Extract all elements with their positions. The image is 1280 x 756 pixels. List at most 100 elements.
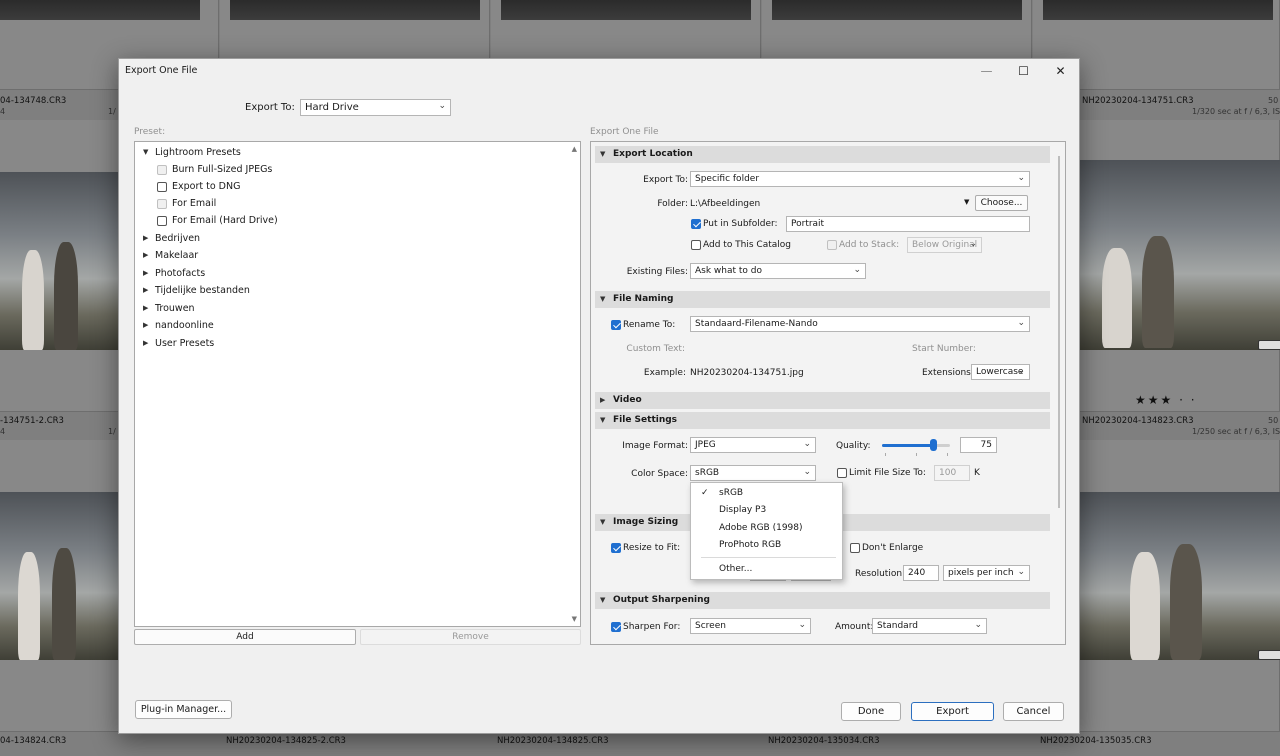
color-space-menu[interactable]: ✓ sRGB Display P3 Adobe RGB (1998) ProPh… — [690, 482, 843, 580]
sharpen-for-checkbox[interactable] — [611, 622, 621, 632]
collapsed-triangle-icon[interactable]: ▶ — [143, 339, 148, 347]
color-space-option-other[interactable]: Other... — [719, 564, 752, 574]
preset-folder[interactable]: Bedrijven — [155, 233, 200, 244]
collapsed-triangle-icon[interactable]: ▶ — [143, 251, 148, 259]
preset-item[interactable]: Burn Full-Sized JPEGs — [172, 164, 272, 175]
filename: NH20230204-135034.CR3 — [768, 736, 880, 746]
resolution-unit-select[interactable]: pixels per inch ⌄ — [943, 565, 1030, 581]
add-preset-button[interactable]: Add — [134, 629, 356, 645]
resolution-input[interactable]: 240 — [903, 565, 939, 581]
preset-folder[interactable]: nandoonline — [155, 320, 214, 331]
preset-folder[interactable]: User Presets — [155, 338, 214, 349]
collapsed-triangle-icon[interactable]: ▶ — [143, 234, 148, 242]
close-button[interactable]: ✕ — [1042, 59, 1079, 83]
preset-folder[interactable]: Photofacts — [155, 268, 205, 279]
collapsed-triangle-icon[interactable]: ▶ — [143, 304, 148, 312]
remove-preset-button[interactable]: Remove — [360, 629, 581, 645]
maximize-button[interactable]: ☐ — [1005, 59, 1042, 83]
color-space-option-adobe-rgb[interactable]: Adobe RGB (1998) — [719, 523, 803, 533]
section-video[interactable]: ▶ Video — [595, 392, 1050, 409]
section-file-settings[interactable]: ▼ File Settings — [595, 412, 1050, 429]
thumbnail[interactable] — [501, 0, 751, 20]
preset-item[interactable]: For Email (Hard Drive) — [172, 215, 278, 226]
put-in-subfolder-checkbox[interactable] — [691, 219, 701, 229]
export-to-label: Export To: — [643, 175, 688, 185]
image-format-select[interactable]: JPEG ⌄ — [690, 437, 816, 453]
quality-slider[interactable] — [882, 439, 950, 451]
rename-to-checkbox[interactable] — [611, 320, 621, 330]
plugin-manager-button[interactable]: Plug-in Manager... — [135, 700, 232, 719]
preset-checkbox[interactable] — [157, 165, 167, 175]
preset-checkbox[interactable] — [157, 182, 167, 192]
sharpen-for-select[interactable]: Screen ⌄ — [690, 618, 811, 634]
collapsed-triangle-icon[interactable]: ▶ — [143, 269, 148, 277]
limit-file-size-input[interactable]: 100 — [934, 465, 970, 481]
thumbnail[interactable] — [0, 0, 200, 20]
choose-folder-button[interactable]: Choose... — [975, 195, 1028, 211]
thumbnail[interactable] — [1043, 0, 1273, 20]
file-meta: 1/ — [108, 107, 116, 116]
section-output-sharpening[interactable]: ▼ Output Sharpening — [595, 592, 1050, 609]
rename-template-select[interactable]: Standaard-Filename-Nando ⌄ — [690, 316, 1030, 332]
scroll-down-icon[interactable]: ▼ — [572, 615, 577, 623]
preset-folder-lightroom[interactable]: Lightroom Presets — [155, 147, 241, 158]
dialog-titlebar[interactable]: Export One File — ☐ ✕ — [119, 59, 1079, 83]
color-space-option-prophoto-rgb[interactable]: ProPhoto RGB — [719, 540, 781, 550]
collapsed-triangle-icon[interactable]: ▶ — [143, 321, 148, 329]
dont-enlarge-checkbox[interactable] — [850, 543, 860, 553]
color-space-select[interactable]: sRGB ⌄ — [690, 465, 816, 481]
expanded-triangle-icon[interactable]: ▼ — [143, 148, 148, 156]
done-button[interactable]: Done — [841, 702, 901, 721]
quality-slider-thumb[interactable] — [930, 439, 937, 451]
resize-to-fit-checkbox[interactable] — [611, 543, 621, 553]
star-rating[interactable]: ★★★ · · — [1135, 393, 1197, 407]
folder-dropdown-icon[interactable]: ▼ — [964, 198, 969, 206]
thumbnail[interactable] — [0, 172, 118, 350]
filename: NH20230204-134823.CR3 — [1082, 416, 1194, 426]
subfolder-input[interactable]: Portrait — [786, 216, 1030, 232]
limit-file-size-checkbox[interactable] — [837, 468, 847, 478]
thumbnail[interactable] — [1080, 492, 1280, 660]
scrollbar[interactable] — [1058, 156, 1060, 508]
export-button[interactable]: Export — [911, 702, 994, 721]
export-to-select[interactable]: Hard Drive ⌄ — [300, 99, 451, 116]
expanded-triangle-icon: ▼ — [600, 150, 606, 158]
preset-checkbox[interactable] — [157, 199, 167, 209]
custom-text-label: Custom Text: — [626, 344, 685, 354]
extensions-select[interactable]: Lowercase ⌄ — [971, 364, 1030, 380]
stack-position-value: Below Original — [912, 240, 978, 250]
preset-item[interactable]: Export to DNG — [172, 181, 240, 192]
existing-files-select[interactable]: Ask what to do ⌄ — [690, 263, 866, 279]
export-to-folder-select[interactable]: Specific folder ⌄ — [690, 171, 1030, 187]
color-space-option-display-p3[interactable]: Display P3 — [719, 505, 766, 515]
filename: 04-134748.CR3 — [0, 96, 67, 106]
scroll-up-icon[interactable]: ▲ — [572, 145, 577, 153]
collapsed-triangle-icon[interactable]: ▶ — [143, 286, 148, 294]
thumbnail[interactable] — [1080, 160, 1280, 350]
chevron-down-icon: ⌄ — [853, 265, 861, 275]
add-to-stack-checkbox[interactable] — [827, 240, 837, 250]
thumbnail[interactable] — [0, 492, 118, 660]
preset-checkbox[interactable] — [157, 216, 167, 226]
subfolder-label: Put in Subfolder: — [703, 219, 778, 229]
preset-folder[interactable]: Trouwen — [155, 303, 195, 314]
cancel-button[interactable]: Cancel — [1003, 702, 1064, 721]
sharpen-amount-select[interactable]: Standard ⌄ — [872, 618, 987, 634]
color-space-option-srgb[interactable]: sRGB — [719, 488, 743, 498]
export-to-label: Export To: — [245, 102, 295, 113]
preset-item[interactable]: For Email — [172, 198, 216, 209]
section-file-naming[interactable]: ▼ File Naming — [595, 291, 1050, 308]
section-export-location[interactable]: ▼ Export Location — [595, 146, 1050, 163]
preset-tree[interactable]: ▼ Lightroom Presets Burn Full-Sized JPEG… — [134, 141, 581, 627]
thumbnail[interactable] — [772, 0, 1022, 20]
right-panel-header: Export One File — [590, 127, 659, 137]
preset-folder[interactable]: Tijdelijke bestanden — [155, 285, 250, 296]
stack-position-select[interactable]: Below Original ⌄ — [907, 237, 982, 253]
minimize-button[interactable]: — — [968, 59, 1005, 83]
chevron-down-icon: ⌄ — [974, 620, 982, 630]
add-to-catalog-checkbox[interactable] — [691, 240, 701, 250]
quality-input[interactable]: 75 — [960, 437, 997, 453]
thumbnail[interactable] — [230, 0, 480, 20]
export-dialog: Export One File — ☐ ✕ Export To: Hard Dr… — [118, 58, 1080, 734]
preset-folder[interactable]: Makelaar — [155, 250, 198, 261]
